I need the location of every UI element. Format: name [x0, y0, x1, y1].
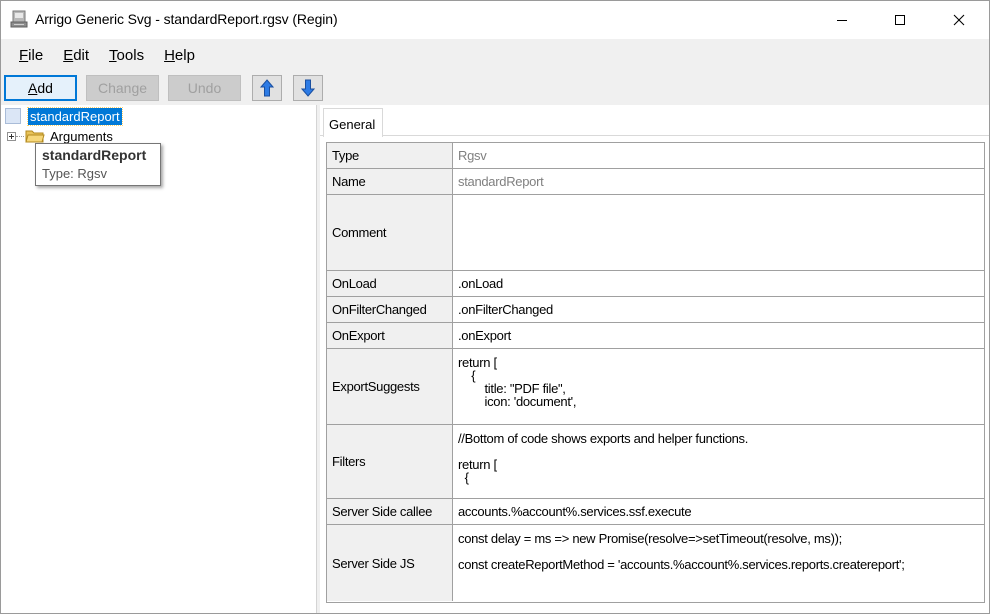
- menu-edit-mnemonic: E: [63, 46, 74, 64]
- tree-node-label: standardReport: [27, 106, 123, 126]
- menu-help[interactable]: Help: [154, 47, 205, 64]
- toolbar: Add Change Undo: [1, 71, 989, 105]
- add-mnemonic: A: [28, 80, 38, 96]
- property-value-onexport[interactable]: .onExport: [453, 323, 984, 348]
- menu-file-mnemonic: F: [19, 46, 29, 64]
- tree-connector: [16, 135, 24, 137]
- properties-pane: General Type Rgsv Name standardReport Co…: [320, 105, 989, 613]
- property-value-server-side-callee[interactable]: accounts.%account%.services.ssf.execute: [453, 499, 984, 524]
- title-bar[interactable]: Arrigo Generic Svg - standardReport.rgsv…: [1, 1, 989, 39]
- property-row-name: Name standardReport: [327, 169, 984, 195]
- tab-strip: General: [320, 105, 989, 137]
- undo-button[interactable]: Undo: [168, 75, 241, 101]
- app-document-icon: [10, 10, 28, 28]
- property-row-type: Type Rgsv: [327, 143, 984, 169]
- add-label: dd: [37, 80, 53, 96]
- property-label: OnLoad: [327, 271, 453, 296]
- maximize-icon: [895, 15, 905, 25]
- tree-node-label: Arguments: [50, 128, 113, 144]
- arrow-down-icon: [301, 79, 315, 97]
- property-value-server-side-js[interactable]: const delay = ms => new Promise(resolve=…: [453, 525, 984, 601]
- menu-file[interactable]: File: [9, 47, 53, 64]
- property-grid: Type Rgsv Name standardReport Comment On…: [326, 142, 985, 603]
- move-down-button[interactable]: [293, 75, 323, 101]
- app-window: Arrigo Generic Svg - standardReport.rgsv…: [0, 0, 990, 614]
- property-row-onexport: OnExport .onExport: [327, 323, 984, 349]
- tooltip-subtitle: Type: Rgsv: [42, 166, 108, 181]
- minimize-icon: [837, 20, 847, 21]
- menu-edit[interactable]: Edit: [53, 47, 99, 64]
- expand-icon[interactable]: [7, 131, 16, 141]
- property-label: Type: [327, 143, 453, 168]
- arrow-up-icon: [260, 79, 274, 97]
- menu-edit-label: dit: [73, 46, 90, 64]
- property-label: Server Side JS: [327, 525, 453, 601]
- minimize-button[interactable]: [813, 1, 871, 39]
- menu-help-mnemonic: H: [164, 46, 175, 64]
- menu-help-label: elp: [174, 46, 195, 64]
- change-button[interactable]: Change: [86, 75, 159, 101]
- close-button[interactable]: [930, 1, 988, 39]
- property-value-type: Rgsv: [458, 148, 487, 163]
- property-value-onload[interactable]: .onLoad: [453, 271, 984, 296]
- property-row-onfilterchanged: OnFilterChanged .onFilterChanged: [327, 297, 984, 323]
- property-label: OnExport: [327, 323, 453, 348]
- property-value-filters[interactable]: //Bottom of code shows exports and helpe…: [453, 425, 984, 498]
- tooltip-title: standardReport: [42, 147, 147, 163]
- property-row-onload: OnLoad .onLoad: [327, 271, 984, 297]
- property-row-filters: Filters //Bottom of code shows exports a…: [327, 425, 984, 499]
- property-label: Name: [327, 169, 453, 194]
- menu-file-label: ile: [28, 46, 44, 64]
- menu-tools-mnemonic: T: [109, 46, 117, 64]
- node-icon: [5, 108, 21, 124]
- property-row-server-side-js: Server Side JS const delay = ms => new P…: [327, 525, 984, 601]
- menu-bar: File Edit Tools Help: [1, 39, 989, 71]
- window-title: Arrigo Generic Svg - standardReport.rgsv…: [35, 11, 338, 27]
- maximize-button[interactable]: [871, 1, 929, 39]
- property-label: OnFilterChanged: [327, 297, 453, 322]
- add-button[interactable]: Add: [4, 75, 77, 101]
- property-label: ExportSuggests: [327, 349, 453, 424]
- menu-tools[interactable]: Tools: [99, 47, 154, 64]
- property-label: Server Side callee: [327, 499, 453, 524]
- close-icon: [953, 14, 965, 26]
- move-up-button[interactable]: [252, 75, 282, 101]
- tab-general[interactable]: General: [323, 108, 383, 137]
- property-value-exportsuggests[interactable]: return [ { title: "PDF file", icon: 'doc…: [453, 349, 984, 424]
- property-row-exportsuggests: ExportSuggests return [ { title: "PDF fi…: [327, 349, 984, 425]
- tooltip: standardReport Type: Rgsv: [35, 143, 161, 186]
- property-row-server-side-callee: Server Side callee accounts.%account%.se…: [327, 499, 984, 525]
- menu-tools-label: ools: [116, 46, 145, 64]
- property-row-comment: Comment: [327, 195, 984, 271]
- tree-node-root[interactable]: standardReport: [5, 106, 123, 126]
- folder-icon: [25, 130, 45, 143]
- property-value-onfilterchanged[interactable]: .onFilterChanged: [453, 297, 984, 322]
- property-label: Filters: [327, 425, 453, 498]
- property-value-name: standardReport: [458, 174, 544, 189]
- property-value-comment[interactable]: [453, 195, 984, 270]
- property-label: Comment: [327, 195, 453, 270]
